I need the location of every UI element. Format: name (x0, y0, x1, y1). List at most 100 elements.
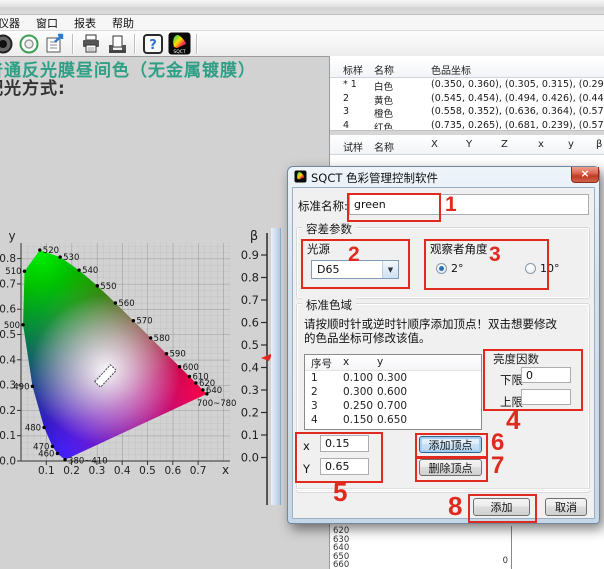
vertex-cell: 2 (311, 386, 318, 398)
table-row[interactable]: * 1白色(0.350, 0.360), (0.305, 0.315), (0.… (330, 78, 604, 92)
column-header: 色品坐标 (431, 62, 471, 77)
table-row[interactable]: 2黄色(0.545, 0.454), (0.494, 0.426), (0.44… (330, 92, 604, 106)
dialog-logo-icon (294, 170, 307, 183)
ring-icon[interactable] (17, 33, 41, 55)
column-header: β (596, 139, 602, 150)
menu-item[interactable]: 窗口 (28, 15, 66, 31)
vertex-row[interactable]: 10.1000.300 (305, 371, 481, 385)
vertex-cell: 0.250 (343, 400, 373, 412)
svg-text:500: 500 (4, 321, 20, 331)
vertex-cell: 3 (311, 400, 318, 412)
svg-text:0.2: 0.2 (0, 405, 16, 417)
table-cell: 3 (343, 106, 349, 117)
target-icon[interactable] (0, 33, 15, 55)
svg-text:β: β (250, 229, 258, 244)
upper-limit-input[interactable] (521, 389, 571, 405)
lower-limit-input[interactable] (521, 367, 571, 383)
svg-text:0.7: 0.7 (241, 293, 259, 307)
observer-10deg-radio[interactable]: 10° (525, 262, 560, 275)
standard-name-label: 标准名称: (298, 198, 348, 214)
menu-item[interactable]: 帮助 (104, 15, 142, 31)
vertex-cell: 1 (311, 372, 318, 384)
svg-text:0.3: 0.3 (241, 383, 259, 397)
vertex-row[interactable]: 2 0.300 0.600 (305, 385, 481, 399)
radio-dot-icon (436, 263, 447, 274)
table-cell: 2 (343, 93, 349, 104)
close-icon[interactable]: × (571, 167, 599, 183)
svg-text:0.2: 0.2 (241, 406, 259, 420)
cie-chromaticity-diagram: 0.10.20.30.40.50.60.70.00.10.20.30.40.50… (0, 230, 240, 478)
vertex-column-header: 序号 (311, 356, 332, 371)
svg-text:510: 510 (5, 267, 21, 277)
menu-item[interactable]: 报表 (66, 15, 104, 31)
add-vertex-button[interactable]: 添加顶点 (419, 436, 482, 453)
samples-table-header[interactable]: 试样名称XYZxyβ (330, 135, 604, 155)
cancel-button[interactable]: 取消 (545, 498, 587, 516)
report-export-icon[interactable] (43, 33, 67, 55)
svg-text:0.6: 0.6 (164, 465, 181, 477)
observer-2deg-label: 2° (451, 262, 464, 275)
help-icon[interactable]: ? (141, 33, 165, 55)
menu-item[interactable]: 仪器 (0, 15, 28, 31)
svg-text:570: 570 (136, 317, 152, 327)
svg-text:520: 520 (43, 246, 59, 256)
svg-text:0.1: 0.1 (38, 465, 55, 477)
vertex-row[interactable]: 3 0.250 0.700 (305, 399, 481, 413)
svg-text:0.5: 0.5 (139, 465, 156, 477)
vertex-cell: 4 (311, 414, 318, 426)
svg-text:0.1: 0.1 (0, 430, 16, 442)
x-coord-label: x (303, 439, 310, 453)
svg-text:590: 590 (170, 350, 186, 360)
svg-text:0.8: 0.8 (0, 253, 16, 265)
vertex-cell: 0.600 (377, 386, 407, 398)
column-header: Z (501, 139, 508, 150)
toolbar-separator (196, 34, 198, 54)
lower-limit-label: 下限 (500, 372, 523, 388)
vertex-cell: 0.700 (377, 400, 407, 412)
toolbar-separator (72, 34, 74, 54)
observer-2deg-radio[interactable]: 2° (436, 262, 464, 275)
svg-text:0.7: 0.7 (0, 278, 16, 290)
svg-text:490: 490 (13, 382, 29, 392)
delete-vertex-button[interactable]: 删除顶点 (419, 459, 482, 476)
print-preview-icon[interactable] (105, 33, 129, 55)
vertex-cell: 0.300 (343, 386, 373, 398)
dialog-separator (296, 488, 590, 490)
vertex-cell: 0.300 (377, 372, 407, 384)
vertex-list-header: 序号xy (305, 355, 481, 371)
standards-table-header[interactable]: 标样名称色品坐标 (330, 58, 604, 78)
tolerance-group-label: 容差参数 (302, 221, 356, 237)
svg-text:600: 600 (183, 363, 199, 373)
vertex-row[interactable]: 40.1500.650 (305, 413, 481, 427)
subtitle-light-mode: 配光方式: (0, 74, 66, 99)
light-source-select[interactable]: D65 ▼ (311, 260, 399, 279)
luminance-group-label: 亮度因数 (489, 351, 543, 367)
wavelength-list-item: 620 (333, 527, 349, 535)
svg-text:0.3: 0.3 (89, 465, 106, 477)
sqct-logo-icon[interactable]: SQCT (167, 33, 191, 55)
print-icon[interactable] (79, 33, 103, 55)
svg-text:SQCT: SQCT (173, 49, 186, 55)
svg-text:0.4: 0.4 (114, 465, 131, 477)
x-coord-input[interactable] (320, 435, 369, 452)
instruction-text: 请按顺时针或逆时针顺序添加顶点！双击想要修改的色品坐标可修改该值。 (304, 317, 560, 345)
svg-text:0.5: 0.5 (241, 338, 259, 352)
table-row[interactable]: 3橙色(0.558, 0.352), (0.636, 0.364), (0.57… (330, 105, 604, 119)
svg-text:460: 460 (38, 449, 54, 459)
svg-text:y: y (8, 230, 15, 243)
svg-text:530: 530 (63, 253, 79, 263)
column-header: Y (466, 139, 472, 150)
table-cell: (0.558, 0.352), (0.636, 0.364), (0.570, … (431, 106, 604, 117)
table-cell: (0.350, 0.360), (0.305, 0.315), (0.295, … (431, 79, 604, 90)
svg-text:580: 580 (154, 334, 170, 344)
svg-text:0.6: 0.6 (241, 316, 259, 330)
spectral-zero-label: 0 (488, 556, 508, 566)
add-button[interactable]: 添加 (473, 498, 530, 516)
standard-name-input[interactable] (349, 194, 589, 215)
vertex-column-header: x (343, 356, 349, 368)
vertex-list[interactable]: 序号xy 10.1000.30020.3000.60030.2500.70040… (304, 354, 482, 430)
column-header: 标样 (343, 62, 363, 77)
svg-text:560: 560 (118, 299, 134, 309)
y-coord-input[interactable] (320, 458, 369, 475)
column-header: X (431, 139, 438, 150)
